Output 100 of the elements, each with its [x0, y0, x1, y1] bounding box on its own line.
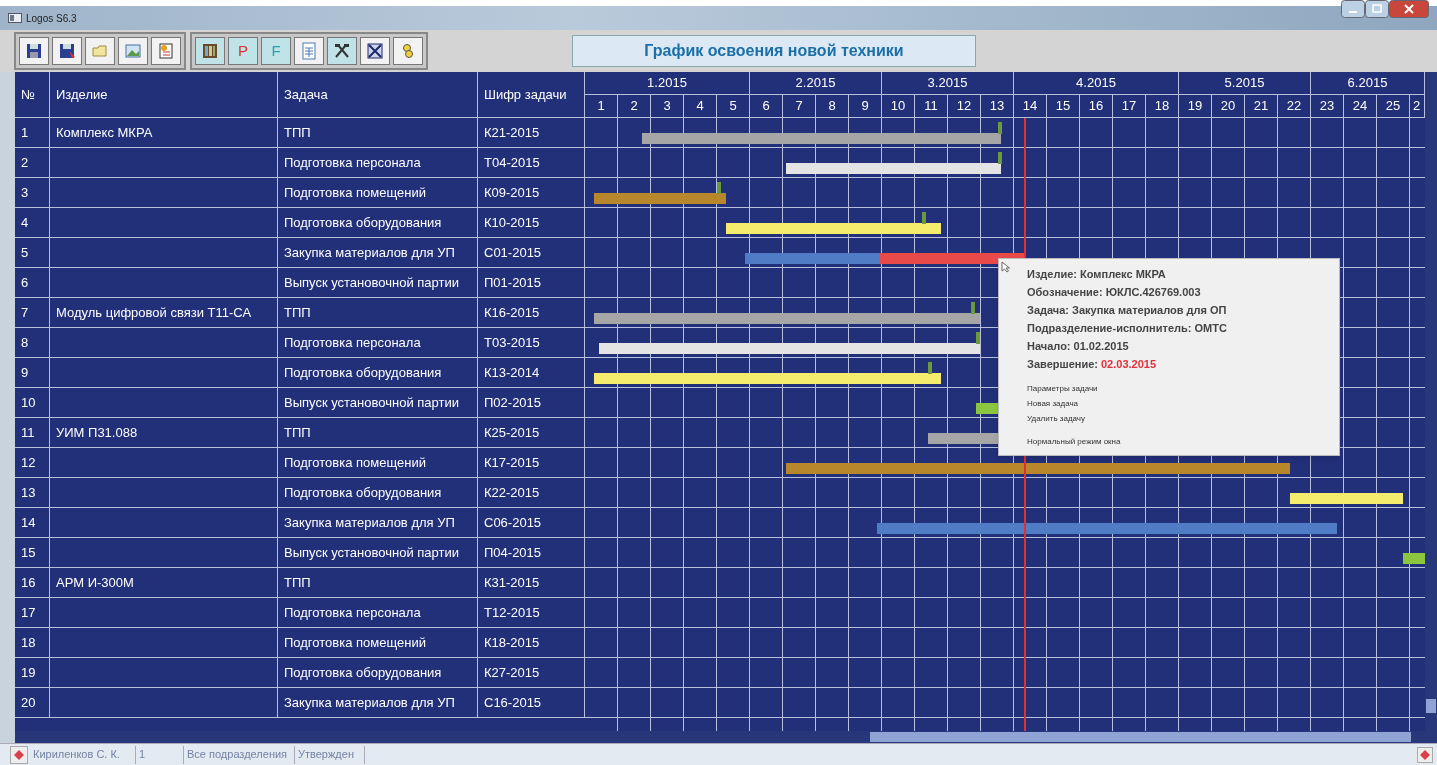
note-icon — [156, 41, 176, 61]
week-header: 11 — [915, 95, 948, 118]
week-header: 19 — [1179, 95, 1212, 118]
week-header: 23 — [1311, 95, 1344, 118]
toolbar-button[interactable] — [52, 37, 82, 65]
month-header: 3.2015 — [882, 72, 1014, 95]
table-cell: Подготовка персонала — [278, 598, 478, 628]
maximize-button[interactable] — [1365, 0, 1389, 18]
table-cell: К22-2015 — [478, 478, 585, 508]
table-cell: П02-2015 — [478, 388, 585, 418]
cursor-icon — [1001, 261, 1011, 273]
column-header[interactable]: № — [15, 72, 50, 118]
week-header: 10 — [882, 95, 915, 118]
menu-item[interactable]: Новая задача — [1027, 396, 1079, 411]
picture-icon — [123, 41, 143, 61]
table-cell: П01-2015 — [478, 268, 585, 298]
horizontal-scrollbar[interactable] — [15, 731, 1425, 743]
week-header: 20 — [1212, 95, 1245, 118]
toolbar-button[interactable] — [19, 37, 49, 65]
table-cell: К27-2015 — [478, 658, 585, 688]
tooltip-line: Начало: 01.02.2015 — [1027, 339, 1129, 354]
week-header: 6 — [750, 95, 783, 118]
scrollbar-thumb[interactable] — [1426, 699, 1436, 713]
table-cell: Закупка материалов для УП — [278, 508, 478, 538]
week-header: 18 — [1146, 95, 1179, 118]
week-header: 5 — [717, 95, 750, 118]
status-text: 1 — [136, 745, 184, 764]
cross-box-icon — [365, 41, 385, 61]
table-cell: 7 — [15, 298, 50, 328]
tooltip-line: Обозначение: ЮКЛС.426769.003 — [1027, 285, 1201, 300]
table-cell: К13-2014 — [478, 358, 585, 388]
tooltip-line: Задача: Закупка материалов для ОП — [1027, 303, 1227, 318]
table-cell: 3 — [15, 178, 50, 208]
title-field[interactable]: График освоения новой техники — [572, 35, 976, 67]
table-cell: Т03-2015 — [478, 328, 585, 358]
column-header[interactable]: Шифр задачи — [478, 72, 585, 118]
toolbar-button[interactable] — [195, 37, 225, 65]
close-button[interactable] — [1389, 0, 1429, 18]
diamond-icon[interactable] — [1417, 746, 1433, 763]
table-cell: К31-2015 — [478, 568, 585, 598]
week-header: 7 — [783, 95, 816, 118]
toolbar-button[interactable] — [327, 37, 357, 65]
table-cell: Подготовка помещений — [278, 448, 478, 478]
table-cell: 2 — [15, 148, 50, 178]
table-cell: ТПП — [278, 568, 478, 598]
toolbar-button[interactable] — [360, 37, 390, 65]
table-cell: Подготовка помещений — [278, 178, 478, 208]
week-header: 21 — [1245, 95, 1278, 118]
table-cell: 18 — [15, 628, 50, 658]
tooltip-line: Изделие: Комплекс МКРА — [1027, 267, 1166, 282]
table-cell: С01-2015 — [478, 238, 585, 268]
table-cell: К18-2015 — [478, 628, 585, 658]
column-header[interactable]: Изделие — [50, 72, 278, 118]
week-header: 8 — [816, 95, 849, 118]
menu-item[interactable]: Нормальный режим окна — [1027, 434, 1121, 449]
app-icon — [8, 13, 22, 23]
scrollbar-thumb[interactable] — [870, 732, 1411, 742]
week-header: 17 — [1113, 95, 1146, 118]
table-cell: АРМ И-300М — [50, 568, 278, 598]
week-header: 12 — [948, 95, 981, 118]
table-cell: Подготовка оборудования — [278, 478, 478, 508]
week-header: 22 — [1278, 95, 1311, 118]
table-cell: С16-2015 — [478, 688, 585, 718]
table-cell: ТПП — [278, 418, 478, 448]
column-header[interactable]: Задача — [278, 72, 478, 118]
window-title: Logos S6.3 — [26, 11, 77, 26]
table-cell: 16 — [15, 568, 50, 598]
table-cell: К09-2015 — [478, 178, 585, 208]
week-header: 1 — [585, 95, 618, 118]
table-cell: К25-2015 — [478, 418, 585, 448]
table-cell: Выпуск установочной партии — [278, 268, 478, 298]
table-cell: 15 — [15, 538, 50, 568]
table-cell: 10 — [15, 388, 50, 418]
vertical-scrollbar[interactable] — [1425, 72, 1437, 743]
table-cell: 6 — [15, 268, 50, 298]
toolbar-button[interactable]: P — [228, 37, 258, 65]
table-cell: Подготовка оборудования — [278, 208, 478, 238]
table-cell: 12 — [15, 448, 50, 478]
table-cell: 11 — [15, 418, 50, 448]
menu-item[interactable]: Удалить задачу — [1027, 411, 1085, 426]
month-header: 5.2015 — [1179, 72, 1311, 95]
tooltip-line: Подразделение-исполнитель: ОМТС — [1027, 321, 1227, 336]
table-cell: ТПП — [278, 298, 478, 328]
table-cell: К17-2015 — [478, 448, 585, 478]
table-cell: К21-2015 — [478, 118, 585, 148]
status-text: Все подразделения — [184, 745, 295, 764]
menu-item[interactable]: Параметры задачи — [1027, 381, 1098, 396]
table-cell: Подготовка оборудования — [278, 358, 478, 388]
week-header: 4 — [684, 95, 717, 118]
table-cell: Т12-2015 — [478, 598, 585, 628]
table-cell: Закупка материалов для УП — [278, 238, 478, 268]
gantt-bar[interactable] — [976, 403, 1001, 414]
gantt-bar[interactable] — [880, 253, 1024, 264]
table-cell: 17 — [15, 598, 50, 628]
week-header: 24 — [1344, 95, 1377, 118]
week-header: 14 — [1014, 95, 1047, 118]
table-cell: Подготовка помещений — [278, 628, 478, 658]
table-cell: П04-2015 — [478, 538, 585, 568]
table-cell: К16-2015 — [478, 298, 585, 328]
minimize-button[interactable] — [1341, 0, 1365, 18]
